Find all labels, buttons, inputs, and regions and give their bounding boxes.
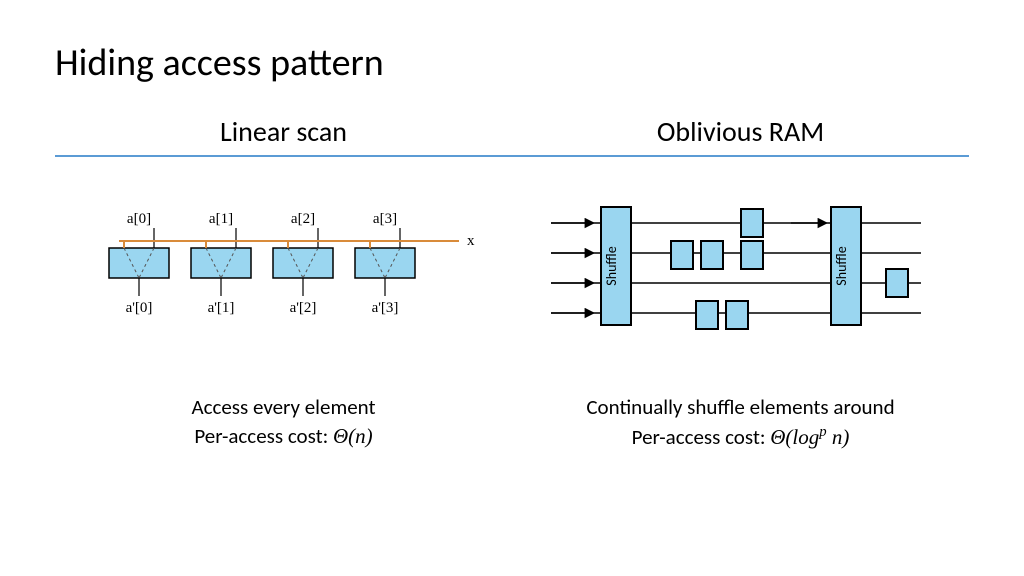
caption-linear-scan: Access every element Per-access cost: Θ(…: [55, 393, 512, 453]
linear-bottom-label: a'[3]: [371, 300, 398, 316]
diagram-row: a[0] a'[0] a[1] a'[1] a[2] a'[2] a[3] a'[3] x: [55, 193, 969, 343]
slide: Hiding access pattern Linear scan Oblivi…: [0, 0, 1024, 576]
oram-cost: Per-access cost: Θ(logp n): [512, 422, 969, 452]
page-title: Hiding access pattern: [55, 40, 969, 86]
linear-top-label: a[3]: [372, 211, 396, 227]
diagram-oblivious-ram: Shuffle Shuffle: [512, 193, 969, 343]
linear-scan-cost: Per-access cost: Θ(n): [55, 422, 512, 451]
oram-desc: Continually shuffle elements around: [512, 393, 969, 422]
linear-bottom-label: a'[0]: [125, 300, 152, 316]
linear-top-label: a[1]: [208, 211, 232, 227]
wire-label-x: x: [467, 233, 475, 249]
diagram-linear-scan: a[0] a'[0] a[1] a'[1] a[2] a'[2] a[3] a'[3] x: [55, 193, 512, 343]
linear-scan-desc: Access every element: [55, 393, 512, 422]
linear-box-icon: [191, 248, 251, 278]
heading-linear-scan: Linear scan: [55, 114, 512, 149]
linear-box-icon: [273, 248, 333, 278]
column-headings: Linear scan Oblivious RAM: [55, 114, 969, 157]
linear-bottom-label: a'[2]: [289, 300, 316, 316]
linear-top-label: a[0]: [126, 211, 150, 227]
heading-oblivious-ram: Oblivious RAM: [512, 114, 969, 149]
shuffle-label-2: Shuffle: [833, 246, 850, 285]
captions-row: Access every element Per-access cost: Θ(…: [55, 393, 969, 453]
linear-top-label: a[2]: [290, 211, 314, 227]
linear-box-icon: [355, 248, 415, 278]
caption-oblivious-ram: Continually shuffle elements around Per-…: [512, 393, 969, 453]
shuffle-label-1: Shuffle: [603, 246, 620, 285]
linear-bottom-label: a'[1]: [207, 300, 234, 316]
linear-box-icon: [109, 248, 169, 278]
